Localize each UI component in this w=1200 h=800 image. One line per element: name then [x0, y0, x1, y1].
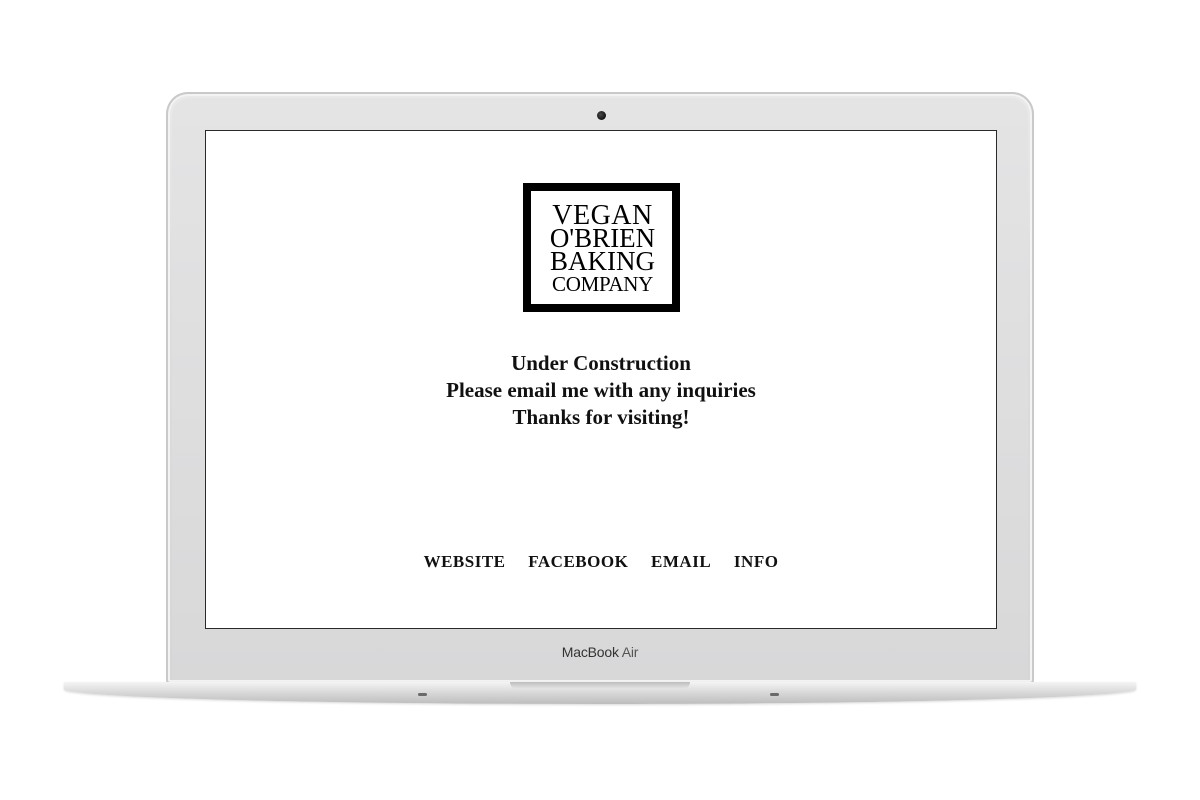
- laptop-screen: VEGAN O'BRIEN BAKING COMPANY Under Const…: [206, 131, 996, 628]
- message-line-email: Please email me with any inquiries: [446, 378, 756, 402]
- status-message: Under Construction Please email me with …: [206, 350, 996, 431]
- message-line-under-construction: Under Construction: [511, 351, 691, 375]
- port-left: [418, 693, 427, 696]
- camera-icon: [597, 111, 606, 120]
- nav-link-facebook[interactable]: FACEBOOK: [528, 552, 628, 571]
- logo-line-3: BAKING: [550, 245, 655, 276]
- device-model: Air: [621, 644, 639, 660]
- nav-link-email[interactable]: EMAIL: [651, 552, 711, 571]
- laptop-base: [64, 682, 1136, 704]
- opening-notch: [510, 682, 690, 689]
- nav-link-website[interactable]: WEBSITE: [424, 552, 506, 571]
- company-logo-inner: VEGAN O'BRIEN BAKING COMPANY: [531, 191, 672, 304]
- company-logo[interactable]: VEGAN O'BRIEN BAKING COMPANY: [523, 183, 680, 312]
- laptop-mockup: VEGAN O'BRIEN BAKING COMPANY Under Const…: [0, 0, 1200, 800]
- message-line-thanks: Thanks for visiting!: [512, 405, 690, 429]
- port-right: [770, 693, 779, 696]
- footer-nav: WEBSITE FACEBOOK EMAIL INFO: [206, 552, 996, 572]
- device-brand: MacBook: [561, 644, 619, 660]
- nav-link-info[interactable]: INFO: [734, 552, 779, 571]
- device-label: MacBook Air: [0, 644, 1200, 660]
- logo-line-4: COMPANY: [552, 271, 653, 296]
